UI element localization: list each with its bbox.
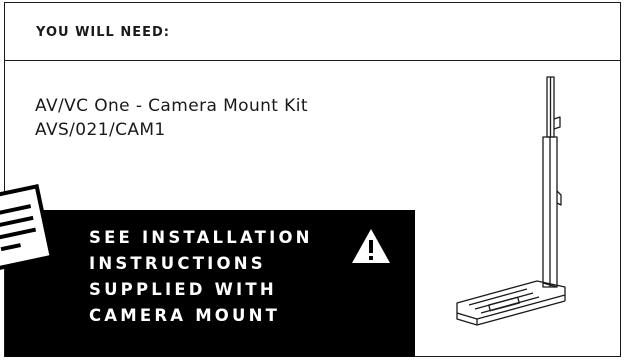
notice-line-4: CAMERA MOUNT bbox=[89, 306, 281, 325]
camera-mount-illustration bbox=[456, 76, 566, 326]
notice-line-2: INSTRUCTIONS bbox=[89, 254, 266, 273]
warning-triangle-icon bbox=[352, 229, 390, 263]
notice-line-1: SEE INSTALLATION bbox=[89, 228, 313, 247]
header-title: YOU WILL NEED: bbox=[36, 25, 170, 40]
notice-line-3: SUPPLIED WITH bbox=[89, 280, 277, 299]
panel-header: YOU WILL NEED: bbox=[5, 3, 620, 61]
document-icon bbox=[0, 184, 55, 272]
kit-name: AV/VC One - Camera Mount Kit bbox=[35, 96, 308, 116]
requirements-panel: YOU WILL NEED: AV/VC One - Camera Mount … bbox=[0, 2, 621, 357]
kit-code: AVS/021/CAM1 bbox=[35, 120, 166, 140]
